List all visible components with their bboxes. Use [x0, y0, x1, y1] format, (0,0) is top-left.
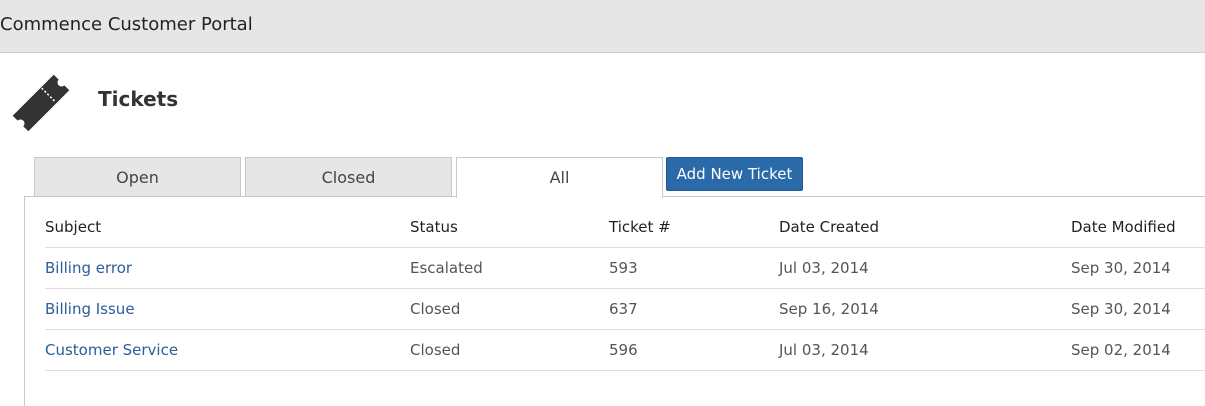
ticket-status: Closed — [410, 329, 609, 371]
ticket-date-modified: Sep 30, 2014 — [1071, 288, 1205, 330]
tickets-panel: Subject Status Ticket # Date Created Dat… — [24, 196, 1205, 406]
table-row[interactable]: Billing Issue Closed 637 Sep 16, 2014 Se… — [45, 288, 1205, 330]
app-header: Commence Customer Portal — [0, 0, 1205, 53]
column-header-date-modified[interactable]: Date Modified — [1071, 207, 1205, 248]
ticket-icon — [12, 74, 70, 132]
ticket-subject-link[interactable]: Customer Service — [45, 329, 410, 371]
page-title: Tickets — [98, 87, 179, 111]
ticket-number: 593 — [609, 247, 779, 289]
tab-closed[interactable]: Closed — [245, 157, 452, 197]
column-header-date-created[interactable]: Date Created — [779, 207, 1071, 248]
ticket-date-created: Jul 03, 2014 — [779, 329, 1071, 371]
ticket-date-modified: Sep 02, 2014 — [1071, 329, 1205, 371]
add-new-ticket-button[interactable]: Add New Ticket — [666, 157, 803, 191]
ticket-date-created: Jul 03, 2014 — [779, 247, 1071, 289]
table-header-row: Subject Status Ticket # Date Created Dat… — [45, 207, 1205, 248]
ticket-date-created: Sep 16, 2014 — [779, 288, 1071, 330]
column-header-ticket-number[interactable]: Ticket # — [609, 207, 779, 248]
ticket-number: 637 — [609, 288, 779, 330]
tab-all[interactable]: All — [456, 157, 663, 198]
table-row[interactable]: Billing error Escalated 593 Jul 03, 2014… — [45, 247, 1205, 289]
tickets-table: Subject Status Ticket # Date Created Dat… — [45, 207, 1205, 371]
ticket-number: 596 — [609, 329, 779, 371]
table-row[interactable]: Customer Service Closed 596 Jul 03, 2014… — [45, 329, 1205, 371]
ticket-date-modified: Sep 30, 2014 — [1071, 247, 1205, 289]
column-header-status[interactable]: Status — [410, 207, 609, 248]
ticket-status: Closed — [410, 288, 609, 330]
ticket-subject-link[interactable]: Billing Issue — [45, 288, 410, 330]
ticket-subject-link[interactable]: Billing error — [45, 247, 410, 289]
app-title: Commence Customer Portal — [0, 14, 253, 35]
ticket-status: Escalated — [410, 247, 609, 289]
tab-open[interactable]: Open — [34, 157, 241, 197]
column-header-subject[interactable]: Subject — [45, 207, 410, 248]
